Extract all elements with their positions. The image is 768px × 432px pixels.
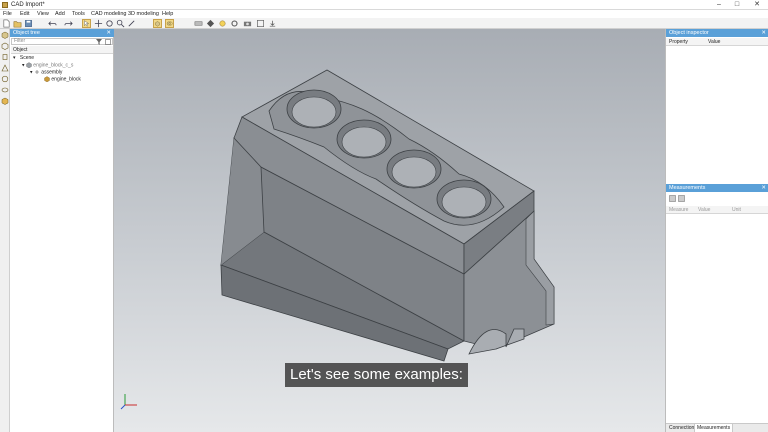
menu-edit[interactable]: Edit xyxy=(20,10,29,18)
add-measurement-icon[interactable] xyxy=(669,195,676,202)
model-icon xyxy=(26,62,32,68)
expand-arrow-icon[interactable]: ▾ xyxy=(30,69,33,75)
window-title: CAD Import* xyxy=(11,2,45,8)
column-value: Value xyxy=(698,207,711,213)
primitive-toolbar xyxy=(0,29,10,432)
menu-cad-modeling[interactable]: CAD modeling xyxy=(91,10,126,18)
panel-close-icon[interactable]: ✕ xyxy=(761,29,766,37)
part-icon xyxy=(44,76,50,82)
object-tree-panel: Object tree ✕ Filter Object ▾ Scene ▾ en… xyxy=(10,29,114,432)
measure-icon[interactable] xyxy=(194,19,203,28)
assembly-icon xyxy=(34,70,39,74)
export-icon[interactable] xyxy=(268,19,277,28)
column-property: Property xyxy=(669,39,688,45)
menu-3d-modeling[interactable]: 3D modeling xyxy=(128,10,159,18)
remove-measurement-icon[interactable] xyxy=(678,195,685,202)
menu-help[interactable]: Help xyxy=(162,10,173,18)
tree-item-engine-block[interactable]: engine_block xyxy=(44,76,81,83)
menu-tools[interactable]: Tools xyxy=(72,10,85,18)
cylinder-icon[interactable] xyxy=(1,53,9,61)
open-icon[interactable] xyxy=(13,19,22,28)
extrude-icon[interactable] xyxy=(153,19,162,28)
save-icon[interactable] xyxy=(24,19,33,28)
main-toolbar xyxy=(0,18,768,29)
new-icon[interactable] xyxy=(2,19,11,28)
object-tree-title: Object tree xyxy=(13,30,40,36)
video-caption: Let's see some examples: xyxy=(285,363,468,387)
sphere-icon[interactable] xyxy=(1,75,9,83)
expand-arrow-icon[interactable]: ▾ xyxy=(22,62,25,68)
settings-icon[interactable] xyxy=(230,19,239,28)
camera-icon[interactable] xyxy=(243,19,252,28)
panel-close-icon[interactable]: ✕ xyxy=(106,29,111,37)
inspector-column-header: Property Value xyxy=(666,38,768,46)
object-tree-header: Object tree ✕ xyxy=(10,29,114,37)
render-icon[interactable] xyxy=(206,19,215,28)
axes-gizmo-icon xyxy=(120,394,137,410)
panel-close-icon[interactable]: ✕ xyxy=(761,184,766,192)
light-icon[interactable] xyxy=(218,19,227,28)
close-button[interactable]: ✕ xyxy=(750,0,764,10)
sketch-icon[interactable] xyxy=(127,19,136,28)
measurements-panel: Measurements ✕ Measure Value Unit Connec… xyxy=(665,184,768,432)
object-inspector-header: Object inspector ✕ xyxy=(666,29,768,37)
screenshot-icon[interactable] xyxy=(256,19,265,28)
box-icon[interactable] xyxy=(1,97,9,105)
tab-measurements[interactable]: Measurements xyxy=(694,424,734,432)
app-icon xyxy=(2,2,8,8)
undo-icon[interactable] xyxy=(48,19,57,28)
boolean-icon[interactable] xyxy=(165,19,174,28)
select-icon[interactable] xyxy=(82,19,91,28)
title-bar: CAD Import* – □ ✕ xyxy=(0,0,768,10)
rotate-icon[interactable] xyxy=(105,19,114,28)
torus-icon[interactable] xyxy=(1,86,9,94)
menu-bar: File Edit View Add Tools CAD modeling 3D… xyxy=(0,10,768,18)
object-inspector-panel: Object inspector ✕ Property Value xyxy=(665,29,768,184)
measurements-column-header: Measure Value Unit xyxy=(666,206,768,214)
move-icon[interactable] xyxy=(94,19,103,28)
menu-view[interactable]: View xyxy=(37,10,49,18)
minimize-button[interactable]: – xyxy=(712,0,726,10)
cone-icon[interactable] xyxy=(1,64,9,72)
measurements-tabs: Connections Measurements xyxy=(666,423,768,432)
redo-icon[interactable] xyxy=(64,19,73,28)
clear-filter-icon[interactable] xyxy=(105,39,111,45)
column-value: Value xyxy=(708,39,721,45)
column-unit: Unit xyxy=(732,207,741,213)
zoom-icon[interactable] xyxy=(116,19,125,28)
measurements-title: Measurements xyxy=(669,185,706,191)
cube-outline-icon[interactable] xyxy=(1,42,9,50)
expand-arrow-icon[interactable]: ▾ xyxy=(13,55,16,61)
object-column-header: Object xyxy=(11,46,113,54)
measurements-header: Measurements ✕ xyxy=(666,184,768,192)
object-inspector-title: Object inspector xyxy=(669,30,709,36)
cube-icon[interactable] xyxy=(1,31,9,39)
menu-add[interactable]: Add xyxy=(55,10,65,18)
column-measure: Measure xyxy=(669,207,689,213)
menu-file[interactable]: File xyxy=(3,10,12,18)
filter-icon[interactable] xyxy=(96,39,102,45)
maximize-button[interactable]: □ xyxy=(730,0,744,10)
tree-item-scene[interactable]: ▾ Scene xyxy=(13,55,34,62)
